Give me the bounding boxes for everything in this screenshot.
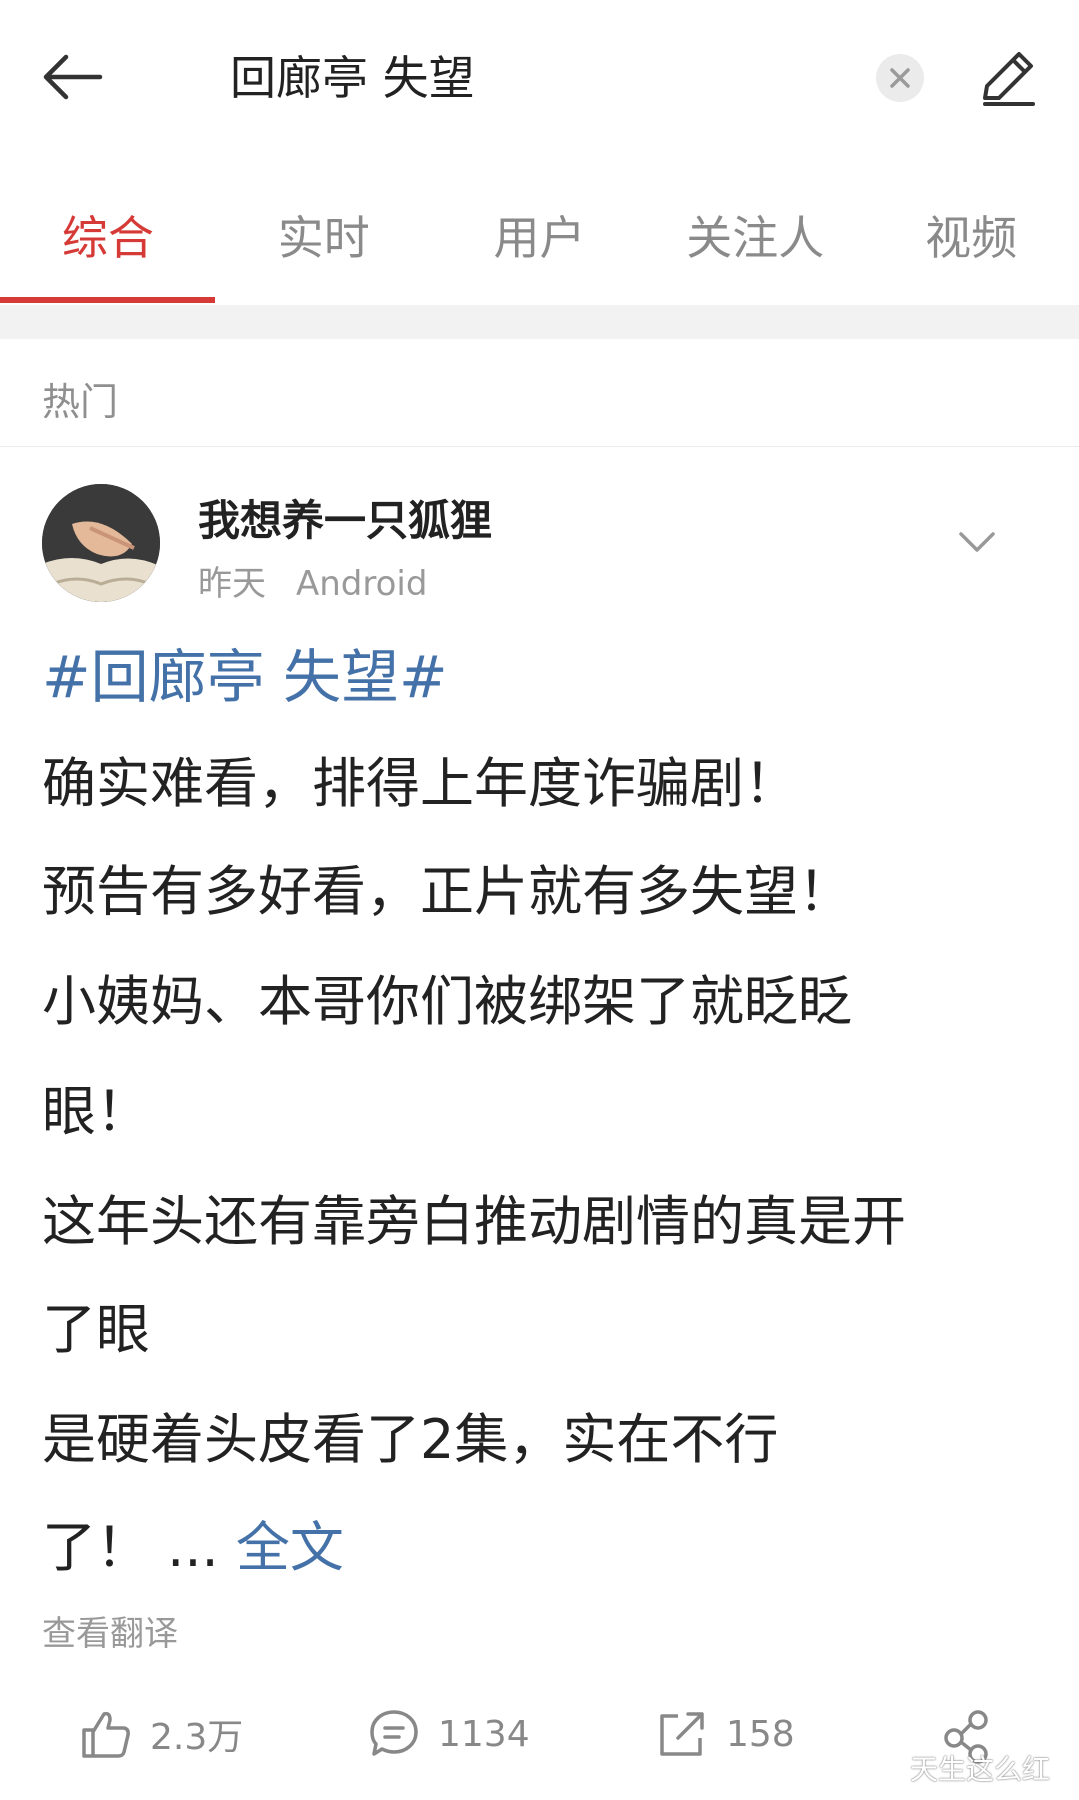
post-text-line: 预告有多好看，正片就有多失望！ (42, 860, 852, 923)
tab-realtime[interactable]: 实时 (216, 180, 432, 290)
arrow-left-icon (43, 54, 103, 100)
section-header: 热门 (0, 339, 1079, 447)
repost-count: 158 (726, 1713, 795, 1755)
more-options-button[interactable] (955, 520, 999, 564)
post-text-line: 是硬着头皮看了2集，实在不行 (42, 1408, 779, 1471)
post-source: Android (296, 564, 428, 604)
username[interactable]: 我想养一只狐狸 (198, 487, 492, 548)
post-text-line: 这年头还有靠旁白推动剧情的真是开 (42, 1190, 906, 1253)
watermark: 天生这么红 (910, 1753, 1051, 1786)
post-meta: 昨天 Android (198, 556, 427, 605)
tab-video[interactable]: 视频 (863, 180, 1079, 290)
full-text-link[interactable]: 全文 (236, 1516, 344, 1579)
avatar-image (42, 484, 160, 602)
repost-button[interactable]: 158 (656, 1708, 795, 1760)
comment-button[interactable]: 1134 (368, 1708, 530, 1760)
comment-count: 1134 (438, 1713, 530, 1755)
tab-bar: 综合 实时 用户 关注人 视频 (0, 180, 1079, 306)
avatar[interactable] (42, 484, 160, 602)
translate-link[interactable]: 查看翻译 (42, 1606, 178, 1655)
divider (0, 305, 1079, 339)
thumbs-up-icon (82, 1711, 130, 1758)
tab-comprehensive[interactable]: 综合 (0, 180, 216, 290)
like-count: 2.3万 (150, 1717, 244, 1758)
post-text-line: 了！ ... (42, 1516, 219, 1579)
close-icon (890, 68, 910, 88)
post-time: 昨天 (198, 564, 266, 604)
section-title: 热门 (42, 380, 119, 424)
clear-search-button[interactable] (876, 54, 924, 102)
post-text-line: 眼！ (42, 1080, 150, 1143)
like-button[interactable]: 2.3万 (80, 1708, 243, 1760)
post-text-line: 了眼 (42, 1298, 150, 1361)
post-text-last-line: 了！ ... 全文 (42, 1512, 344, 1584)
search-query[interactable]: 回廊亭 失望 (230, 48, 475, 108)
tab-followed[interactable]: 关注人 (647, 180, 863, 290)
edit-button[interactable] (975, 46, 1045, 116)
chevron-down-icon (959, 532, 995, 552)
tab-users[interactable]: 用户 (432, 180, 648, 290)
post-text-line: 确实难看，排得上年度诈骗剧！ (42, 752, 798, 815)
share-arrow-icon (660, 1712, 704, 1756)
active-tab-indicator (0, 297, 215, 303)
post-hashtag[interactable]: #回廊亭 失望# (42, 640, 448, 714)
comment-icon (370, 1710, 418, 1756)
post-text-line: 小姨妈、本哥你们被绑架了就眨眨 (42, 970, 852, 1033)
top-bar: 回廊亭 失望 (0, 0, 1079, 150)
back-button[interactable] (40, 42, 130, 112)
pencil-icon (983, 52, 1035, 106)
